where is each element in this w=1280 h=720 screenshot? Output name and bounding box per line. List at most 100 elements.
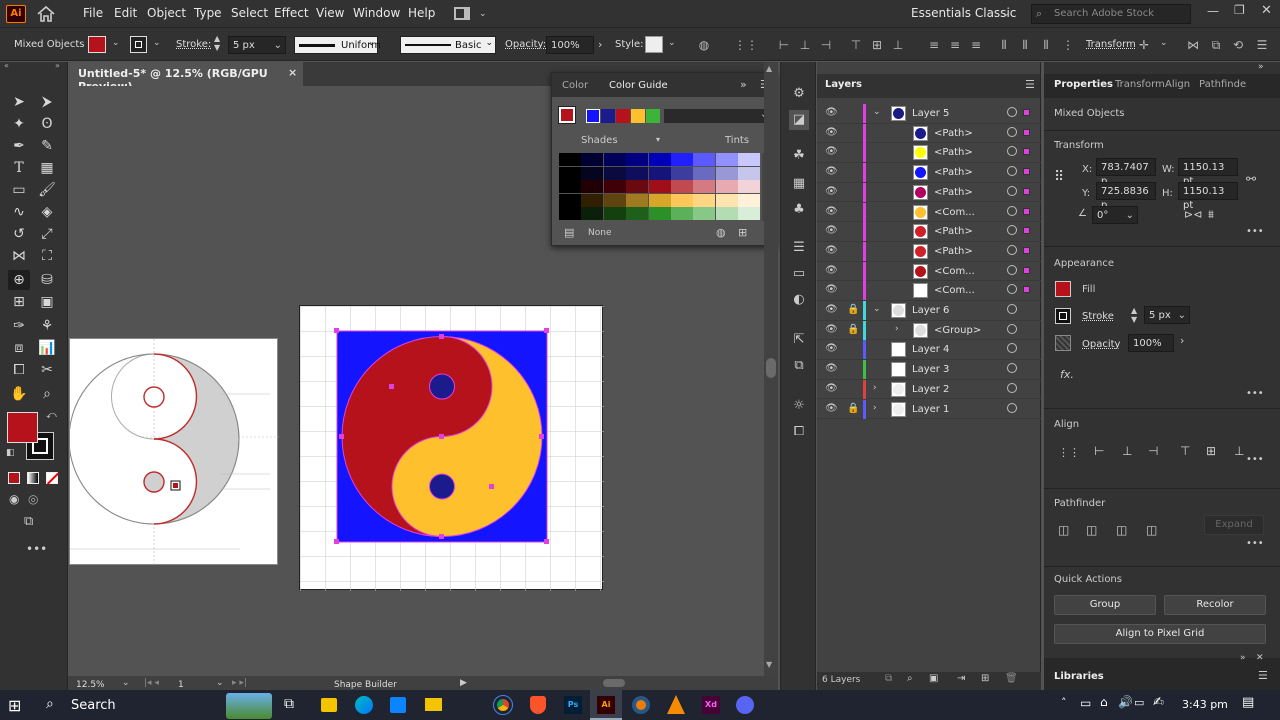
home-icon[interactable] bbox=[36, 5, 56, 23]
crosshair-icon[interactable]: ✛ bbox=[1136, 38, 1152, 52]
color-variation-swatch[interactable] bbox=[693, 166, 716, 180]
color-variation-swatch[interactable] bbox=[603, 207, 626, 221]
color-variation-swatch[interactable] bbox=[715, 207, 738, 221]
color-variation-swatch[interactable] bbox=[626, 153, 649, 166]
locate-object-icon[interactable]: ⌕ bbox=[907, 673, 913, 684]
opacity-input[interactable]: 100% bbox=[546, 36, 594, 54]
align-right-icon[interactable]: ⊣ bbox=[818, 38, 834, 52]
color-variation-swatch[interactable] bbox=[738, 153, 761, 166]
target-icon[interactable] bbox=[1007, 323, 1017, 334]
target-icon[interactable] bbox=[1007, 284, 1017, 295]
harmony-swatch[interactable] bbox=[601, 109, 615, 123]
constrain-proportions-icon[interactable]: ⚯ bbox=[1246, 172, 1256, 186]
align-bottom-icon[interactable]: ⊥ bbox=[1234, 444, 1244, 458]
graphic-styles-icon[interactable]: ▦ bbox=[789, 174, 809, 194]
align-middle-icon[interactable]: ⊞ bbox=[869, 38, 885, 52]
align-vcenter-icon[interactable]: ⊞ bbox=[1206, 444, 1216, 458]
libraries-icon[interactable]: ⚙ bbox=[789, 84, 809, 104]
horizontal-scroll-thumb[interactable] bbox=[603, 679, 625, 687]
distribute-left-icon[interactable]: ⫴ bbox=[996, 38, 1012, 52]
layer-row[interactable]: 👁 🔒 › Layer 1 bbox=[817, 399, 1041, 420]
intersect-icon[interactable]: ◫ bbox=[1116, 523, 1127, 537]
selection-tool-icon[interactable]: ➤ bbox=[8, 92, 30, 112]
new-layer-icon[interactable]: ⊞ bbox=[981, 673, 989, 684]
harmony-swatch[interactable] bbox=[646, 109, 660, 123]
default-colors-icon[interactable]: ◧ bbox=[6, 448, 15, 458]
width-tool-icon[interactable]: ⋈ bbox=[8, 246, 30, 266]
scroll-down-icon[interactable]: ▼ bbox=[766, 660, 772, 669]
distribute-center-icon[interactable]: ⫴ bbox=[1017, 38, 1033, 52]
layer-row[interactable]: 👁 ⌄ Layer 5 bbox=[817, 104, 1041, 124]
color-tab[interactable]: Color bbox=[562, 80, 588, 91]
lock-icon[interactable]: 🔒 bbox=[847, 304, 859, 315]
draw-behind-icon[interactable]: ◎ bbox=[28, 492, 38, 506]
visibility-eye-icon[interactable]: 👁 bbox=[825, 324, 838, 335]
scale-tool-icon[interactable]: ⤢ bbox=[36, 224, 58, 244]
target-icon[interactable] bbox=[1007, 343, 1017, 354]
close-icon[interactable]: ✕ bbox=[1261, 3, 1272, 18]
chevron-down-icon[interactable]: ⌄ bbox=[873, 304, 881, 314]
reference-point-icon[interactable]: ⠿ bbox=[1054, 169, 1064, 185]
color-variation-swatch[interactable] bbox=[626, 166, 649, 180]
align-top-icon[interactable]: ⊤ bbox=[1180, 444, 1190, 458]
stroke-label[interactable]: Stroke: bbox=[176, 39, 211, 50]
rotate-tool-icon[interactable]: ↺ bbox=[8, 224, 30, 244]
pen-input-icon[interactable]: ✍ bbox=[1153, 695, 1164, 710]
minimize-icon[interactable]: — bbox=[1207, 4, 1219, 18]
target-icon[interactable] bbox=[1007, 363, 1017, 374]
gradient-panel-icon[interactable]: ▭ bbox=[789, 264, 809, 284]
distribute-top-icon[interactable]: ≡ bbox=[926, 38, 942, 52]
visibility-eye-icon[interactable]: 👁 bbox=[825, 343, 838, 354]
battery-icon[interactable]: ▭ bbox=[1080, 696, 1091, 710]
chevron-down-icon[interactable]: ⌄ bbox=[873, 107, 881, 117]
color-variation-swatch[interactable] bbox=[648, 193, 671, 207]
target-icon[interactable] bbox=[1007, 146, 1017, 157]
color-variation-swatch[interactable] bbox=[581, 153, 604, 166]
target-icon[interactable] bbox=[1007, 107, 1017, 117]
chevron-down-icon[interactable]: ⌄ bbox=[1160, 38, 1168, 48]
rotate-input[interactable]: 0° ⌄ bbox=[1092, 206, 1138, 224]
harmony-colors[interactable] bbox=[586, 109, 661, 123]
shaper-tool-icon[interactable]: ∿ bbox=[8, 202, 30, 222]
visibility-eye-icon[interactable]: 👁 bbox=[825, 245, 838, 256]
type-tool-icon[interactable]: T bbox=[8, 158, 30, 178]
zoom-tool-icon[interactable]: ⌕ bbox=[36, 384, 58, 404]
layers-tab[interactable]: Layers bbox=[825, 79, 862, 90]
expand-button[interactable]: Expand bbox=[1204, 515, 1264, 535]
menu-help[interactable]: Help bbox=[408, 6, 435, 20]
color-variation-swatch[interactable] bbox=[671, 153, 693, 166]
layer-row[interactable]: 👁 Layer 3 bbox=[817, 360, 1041, 380]
isolate-icon[interactable]: ⧉ bbox=[1208, 38, 1224, 52]
screen-mode-icon[interactable]: ⧉ bbox=[24, 514, 33, 529]
clock[interactable]: 3:43 pm bbox=[1182, 698, 1228, 711]
perspective-grid-tool-icon[interactable]: ⊞ bbox=[8, 292, 30, 312]
color-variations-grid[interactable] bbox=[559, 153, 761, 221]
color-mode-icon[interactable] bbox=[8, 472, 20, 484]
color-variation-swatch[interactable] bbox=[738, 166, 761, 180]
color-variation-swatch[interactable] bbox=[559, 166, 581, 180]
align-right-icon[interactable]: ⊣ bbox=[1148, 444, 1158, 458]
tab-pathfinder[interactable]: Pathfinde bbox=[1199, 79, 1246, 90]
discord-icon[interactable] bbox=[736, 696, 754, 714]
selection-indicator[interactable] bbox=[1023, 187, 1030, 195]
layer-row[interactable]: 👁 <Com... bbox=[817, 202, 1041, 223]
search-highlight-image[interactable] bbox=[226, 693, 272, 719]
column-graph-tool-icon[interactable]: 📊 bbox=[36, 338, 58, 358]
unite-icon[interactable]: ◫ bbox=[1058, 523, 1069, 537]
color-variation-swatch[interactable] bbox=[581, 207, 604, 221]
layer-row[interactable]: 👁 <Path> bbox=[817, 222, 1041, 242]
file-explorer-icon[interactable] bbox=[321, 698, 337, 712]
color-variation-swatch[interactable] bbox=[559, 207, 581, 221]
line-segment-tool-icon[interactable]: ▦ bbox=[36, 158, 58, 178]
layer-row[interactable]: 👁 <Path> bbox=[817, 143, 1041, 164]
layer-row[interactable]: 👁 <Path> bbox=[817, 123, 1041, 144]
selection-indicator[interactable] bbox=[1023, 227, 1030, 235]
none-mode-icon[interactable] bbox=[46, 472, 59, 485]
color-variation-swatch[interactable] bbox=[603, 166, 626, 180]
panel-close-icon[interactable]: ✕ bbox=[1256, 653, 1264, 663]
color-variation-swatch[interactable] bbox=[648, 153, 671, 166]
layer-row[interactable]: 👁 <Com... bbox=[817, 261, 1041, 282]
target-icon[interactable] bbox=[1007, 126, 1017, 137]
scroll-up-icon[interactable]: ▲ bbox=[766, 64, 772, 73]
illustrator-icon[interactable]: Ai bbox=[590, 690, 622, 720]
